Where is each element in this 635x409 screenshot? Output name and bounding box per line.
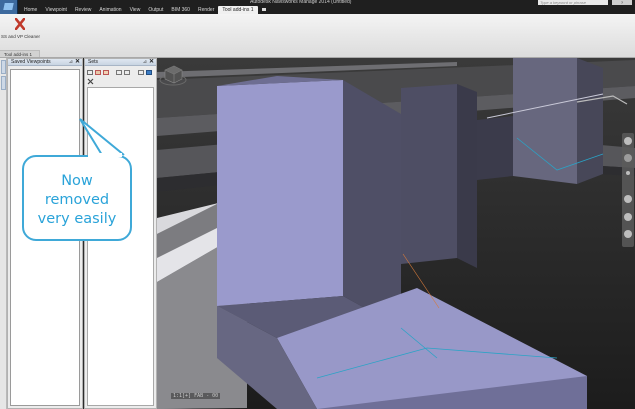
window-title: Autodesk Navisworks Manage 2014 (Untitle… [250, 0, 352, 5]
title-bar: Autodesk Navisworks Manage 2014 (Untitle… [0, 0, 635, 14]
callout-line-1: Now [61, 173, 93, 189]
import-export-icon[interactable] [146, 70, 152, 75]
help-button[interactable]: ? [612, 0, 632, 5]
scene-geometry [157, 58, 635, 409]
tab-view[interactable]: View [126, 6, 145, 14]
steering-wheel-icon[interactable] [624, 137, 632, 145]
save-search-icon[interactable] [95, 70, 101, 75]
sets-title: Sets [88, 59, 99, 65]
pin-icon[interactable]: ⊿ [69, 60, 73, 65]
zoom-icon[interactable] [626, 171, 630, 175]
pan-icon[interactable] [624, 154, 632, 162]
navigation-bar [622, 133, 634, 247]
callout-text: Now removed very easily [24, 172, 130, 229]
close-icon[interactable]: ✕ [75, 59, 80, 65]
orbit-icon[interactable] [624, 195, 632, 203]
callout-pointer [79, 118, 125, 156]
ribbon-tabs: Home Viewpoint Review Animation View Out… [20, 6, 268, 14]
tab-viewpoint[interactable]: Viewpoint [41, 6, 71, 14]
viewcube-icon[interactable] [157, 58, 187, 88]
ribbon-group-label[interactable]: Tool add-ins 1 [0, 50, 40, 57]
save-selection-icon[interactable] [87, 70, 93, 75]
grid-location-readout: 1:1[+] FAB - 00 [171, 393, 221, 399]
saved-viewpoints-title: Saved Viewpoints [11, 59, 51, 65]
navisworks-logo-icon[interactable] [0, 0, 18, 14]
callout-box: Now removed very easily [22, 155, 132, 241]
look-icon[interactable] [624, 213, 632, 221]
delete-icon[interactable] [87, 78, 94, 85]
tab-output[interactable]: Output [144, 6, 167, 14]
search-input[interactable]: Type a keyword or phrase [538, 0, 608, 5]
side-tab-sets[interactable] [1, 76, 6, 90]
red-x-icon [15, 18, 25, 30]
callout-line-2: removed [44, 192, 110, 208]
ss-vp-cleaner-button[interactable]: SS and VP Cleaner [1, 16, 40, 46]
tab-render[interactable]: Render [194, 6, 218, 14]
callout-seam [88, 153, 122, 157]
new-folder-icon[interactable] [103, 70, 109, 75]
tab-animation[interactable]: Animation [95, 6, 125, 14]
add-comment-icon[interactable] [124, 70, 130, 75]
tab-tool-add-ins[interactable]: Tool add-ins 1 [218, 6, 258, 14]
ss-vp-cleaner-label: SS and VP Cleaner [1, 34, 40, 39]
close-icon[interactable]: ✕ [149, 59, 154, 65]
ribbon-options-icon[interactable] [258, 6, 268, 13]
pin-icon[interactable]: ⊿ [143, 60, 147, 65]
sets-toolbar [86, 68, 156, 86]
tab-review[interactable]: Review [71, 6, 95, 14]
sort-icon[interactable] [138, 70, 144, 75]
select-icon[interactable] [624, 230, 632, 238]
tab-bim360[interactable]: BIM 360 [167, 6, 194, 14]
ribbon-panel: SS and VP Cleaner Tool add-ins 1 [0, 14, 635, 58]
callout-line-3: very easily [37, 211, 117, 227]
tab-home[interactable]: Home [20, 6, 41, 14]
side-tab-selection-tree[interactable] [1, 60, 6, 74]
sets-header: Sets ⊿ ✕ [85, 59, 156, 66]
side-tab-strip [0, 58, 7, 409]
duplicate-icon[interactable] [116, 70, 122, 75]
3d-viewport[interactable]: 1:1[+] FAB - 00 [157, 58, 635, 409]
saved-viewpoints-header: Saved Viewpoints ⊿ ✕ [8, 59, 82, 66]
